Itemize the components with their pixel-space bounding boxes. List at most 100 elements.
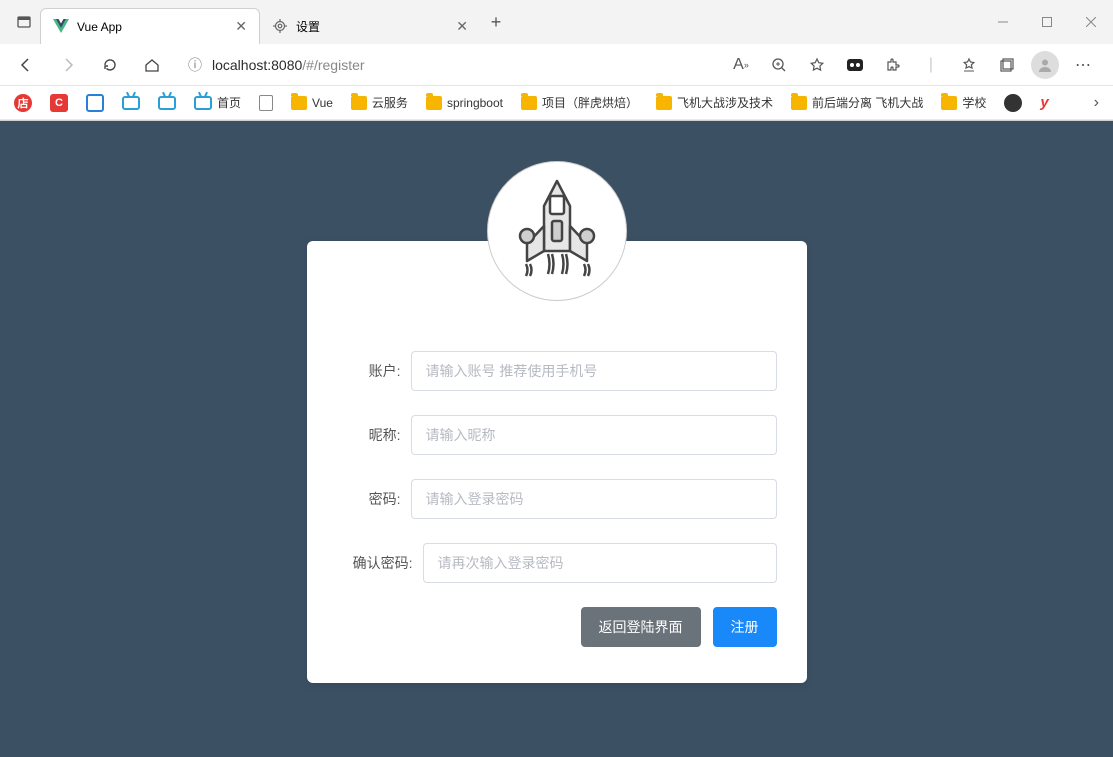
tab-vue-app[interactable]: Vue App ✕ bbox=[40, 8, 260, 44]
arrow-right-icon bbox=[60, 57, 76, 73]
file-icon bbox=[259, 95, 273, 111]
folder-icon bbox=[941, 96, 957, 110]
collections-icon bbox=[999, 57, 1015, 73]
avatar-image bbox=[487, 161, 627, 301]
url-host: localhost:8080 bbox=[212, 57, 302, 73]
bookmark-folder-springboot[interactable]: springboot bbox=[422, 93, 507, 113]
user-icon bbox=[1037, 57, 1053, 73]
tab-close-button[interactable]: ✕ bbox=[456, 18, 468, 35]
bookmark-item[interactable]: C bbox=[46, 91, 72, 115]
maximize-icon bbox=[1042, 17, 1052, 27]
extensions-button[interactable] bbox=[879, 51, 907, 79]
bilibili-icon bbox=[122, 96, 140, 110]
spaceship-icon bbox=[492, 166, 622, 296]
extension-1[interactable] bbox=[841, 51, 869, 79]
new-tab-button[interactable]: + bbox=[480, 12, 512, 33]
bookmark-folder-plane-tech[interactable]: 飞机大战涉及技术 bbox=[652, 91, 777, 114]
back-button[interactable] bbox=[8, 49, 44, 81]
password-input[interactable] bbox=[411, 479, 777, 519]
button-row: 返回登陆界面 注册 bbox=[337, 607, 777, 647]
bookmark-label: Vue bbox=[312, 96, 333, 110]
bookmark-folder-project[interactable]: 项目（胖虎烘焙） bbox=[517, 91, 642, 114]
tab-settings[interactable]: 设置 ✕ bbox=[260, 8, 480, 44]
divider: | bbox=[917, 51, 945, 79]
bookmark-label: 飞机大战涉及技术 bbox=[677, 94, 773, 111]
bookmark-folder-vue[interactable]: Vue bbox=[287, 93, 337, 113]
star-plus-icon bbox=[809, 57, 825, 73]
tabs-icon bbox=[16, 14, 32, 30]
bookmark-icon: 店 bbox=[14, 94, 32, 112]
back-to-login-button[interactable]: 返回登陆界面 bbox=[581, 607, 701, 647]
account-input[interactable] bbox=[411, 351, 777, 391]
bookmark-item[interactable] bbox=[82, 91, 108, 115]
register-card: 账户: 昵称: 密码: 确认密码: 返回登陆界面 注册 bbox=[307, 241, 807, 683]
reload-button[interactable] bbox=[92, 49, 128, 81]
bookmark-label: springboot bbox=[447, 96, 503, 110]
bookmark-item[interactable]: y bbox=[1036, 91, 1058, 115]
gear-icon bbox=[272, 18, 288, 34]
read-aloud-button[interactable]: A» bbox=[727, 51, 755, 79]
bookmark-label: 前后端分离 飞机大战 bbox=[812, 94, 923, 111]
favorites-list-button[interactable] bbox=[955, 51, 983, 79]
form-row-account: 账户: bbox=[337, 351, 777, 391]
url-input[interactable]: ⓘ localhost:8080/#/register bbox=[176, 49, 721, 81]
bookmark-item[interactable] bbox=[255, 92, 277, 114]
bookmark-icon bbox=[1004, 94, 1022, 112]
bookmark-label: 首页 bbox=[217, 94, 241, 111]
maximize-button[interactable] bbox=[1025, 6, 1069, 38]
tab-close-button[interactable]: ✕ bbox=[235, 18, 247, 35]
bookmarks-overflow-button[interactable]: › bbox=[1094, 94, 1103, 112]
home-icon bbox=[144, 57, 160, 73]
bookmark-item[interactable]: 店 bbox=[10, 91, 36, 115]
register-button[interactable]: 注册 bbox=[713, 607, 777, 647]
nickname-label: 昵称: bbox=[337, 425, 411, 445]
favorite-button[interactable] bbox=[803, 51, 831, 79]
menu-button[interactable]: ⋯ bbox=[1069, 51, 1097, 79]
puzzle-icon bbox=[885, 57, 901, 73]
profile-button[interactable] bbox=[1031, 51, 1059, 79]
bookmark-label: 项目（胖虎烘焙） bbox=[542, 94, 638, 111]
minimize-button[interactable] bbox=[981, 6, 1025, 38]
folder-icon bbox=[521, 96, 537, 110]
folder-icon bbox=[791, 96, 807, 110]
bookmarks-bar: 店 C 首页 Vue 云服务 springboot 项目（胖虎烘焙） 飞机大战涉… bbox=[0, 86, 1113, 120]
form-row-confirm: 确认密码: bbox=[337, 543, 777, 583]
form-row-password: 密码: bbox=[337, 479, 777, 519]
address-bar: ⓘ localhost:8080/#/register A» | ⋯ bbox=[0, 44, 1113, 86]
bookmark-folder-cloud[interactable]: 云服务 bbox=[347, 91, 412, 114]
close-window-button[interactable] bbox=[1069, 6, 1113, 38]
tab-list-button[interactable] bbox=[8, 6, 40, 38]
zoom-button[interactable] bbox=[765, 51, 793, 79]
bookmark-item[interactable] bbox=[154, 93, 180, 113]
folder-icon bbox=[291, 96, 307, 110]
tab-title: 设置 bbox=[296, 18, 320, 35]
toolbar-right: A» | ⋯ bbox=[727, 51, 1105, 79]
url-path: /#/register bbox=[302, 57, 364, 73]
confirm-password-input[interactable] bbox=[423, 543, 777, 583]
bookmark-item[interactable] bbox=[1000, 91, 1026, 115]
bookmark-icon bbox=[86, 94, 104, 112]
bookmark-folder-fullstack-plane[interactable]: 前后端分离 飞机大战 bbox=[787, 91, 927, 114]
browser-chrome: Vue App ✕ 设置 ✕ + ⓘ localhost:8080/#/regi… bbox=[0, 0, 1113, 121]
folder-icon bbox=[351, 96, 367, 110]
bookmark-icon: y bbox=[1040, 94, 1054, 112]
bookmark-folder-school[interactable]: 学校 bbox=[937, 91, 990, 114]
home-button[interactable] bbox=[134, 49, 170, 81]
folder-icon bbox=[426, 96, 442, 110]
arrow-left-icon bbox=[18, 57, 34, 73]
window-controls bbox=[981, 6, 1113, 38]
bookmark-home[interactable]: 首页 bbox=[190, 91, 245, 114]
bookmark-icon: C bbox=[50, 94, 68, 112]
collections-button[interactable] bbox=[993, 51, 1021, 79]
bookmark-item[interactable] bbox=[118, 93, 144, 113]
forward-button[interactable] bbox=[50, 49, 86, 81]
star-list-icon bbox=[961, 57, 977, 73]
confirm-label: 确认密码: bbox=[337, 553, 423, 573]
tab-bar: Vue App ✕ 设置 ✕ + bbox=[0, 0, 1113, 44]
folder-icon bbox=[656, 96, 672, 110]
bilibili-icon bbox=[158, 96, 176, 110]
nickname-input[interactable] bbox=[411, 415, 777, 455]
zoom-icon bbox=[771, 57, 787, 73]
minimize-icon bbox=[998, 17, 1008, 27]
form-row-nickname: 昵称: bbox=[337, 415, 777, 455]
